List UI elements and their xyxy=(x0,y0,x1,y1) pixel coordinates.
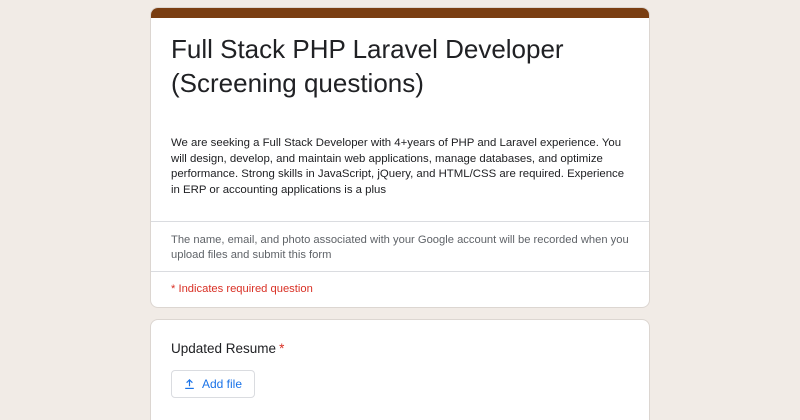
required-asterisk: * xyxy=(279,341,285,356)
account-recording-notice: The name, email, and photo associated wi… xyxy=(171,234,629,261)
divider xyxy=(151,221,649,222)
add-file-label: Add file xyxy=(201,377,243,391)
upload-icon xyxy=(184,378,195,390)
form-description: We are seeking a Full Stack Developer wi… xyxy=(171,137,625,196)
question-title: Updated Resume * xyxy=(171,340,284,358)
form-title: Full Stack PHP Laravel Developer (Screen… xyxy=(171,34,564,98)
form-header-card: Full Stack PHP Laravel Developer (Screen… xyxy=(150,7,650,308)
divider xyxy=(151,271,649,272)
required-question-note: * Indicates required question xyxy=(171,283,313,295)
add-file-button[interactable]: Add file xyxy=(171,370,255,398)
question-card-updated-resume: Updated Resume * Add file xyxy=(150,319,650,420)
form-page: Full Stack PHP Laravel Developer (Screen… xyxy=(0,0,800,420)
header-accent-bar xyxy=(151,8,649,18)
question-label-text: Updated Resume xyxy=(171,341,277,356)
